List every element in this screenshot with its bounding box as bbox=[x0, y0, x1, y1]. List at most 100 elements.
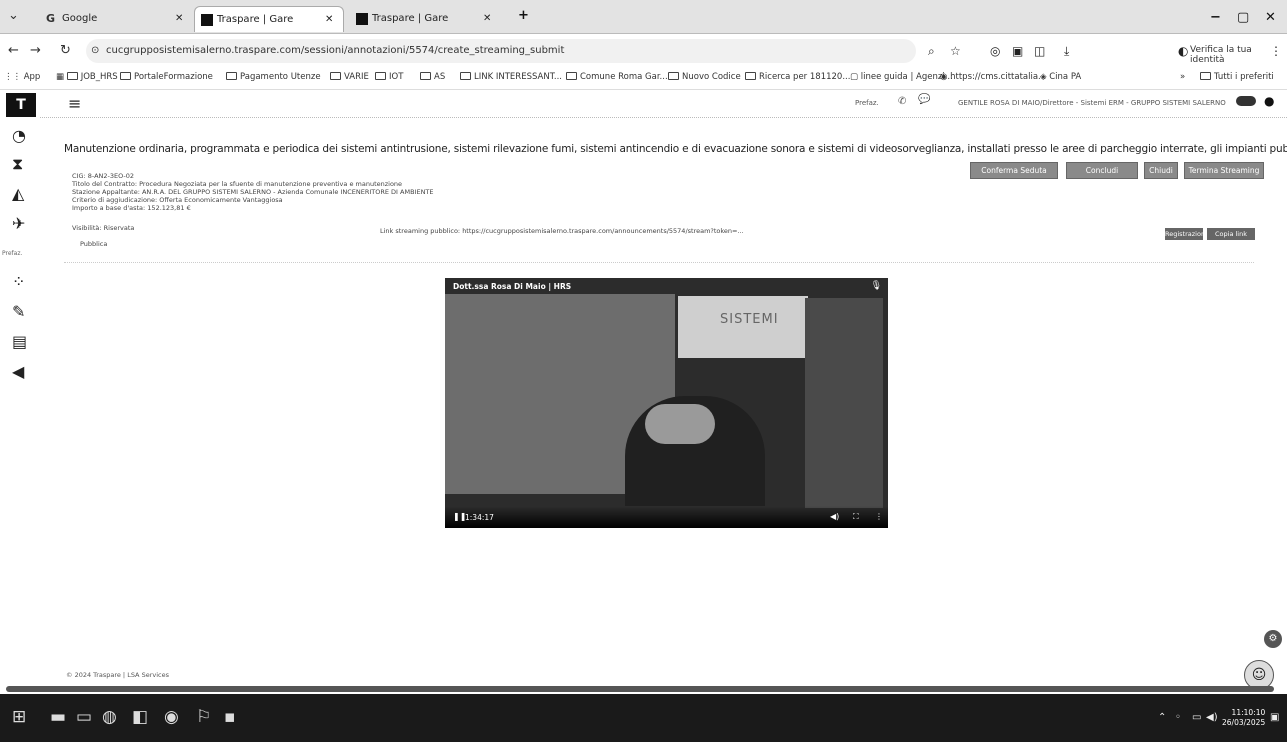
participant-name: Dott.ssa Rosa Di Maio | HRS bbox=[453, 282, 572, 291]
chiudi-button[interactable]: Chiudi bbox=[1144, 162, 1178, 179]
app-icon-2[interactable]: ◧ bbox=[132, 707, 148, 727]
address-bar[interactable]: ⊙ cucgrupposistemisalerno.traspare.com/s… bbox=[86, 39, 916, 63]
bookmark-star-icon[interactable]: ☆ bbox=[950, 44, 961, 58]
bookmark-as[interactable]: AS bbox=[420, 72, 445, 82]
fullscreen-icon[interactable]: ⛶ bbox=[853, 512, 859, 522]
video-participant-face bbox=[645, 404, 715, 444]
maximize-icon[interactable]: ▢ bbox=[1237, 10, 1249, 25]
meta-criterio: Criterio di aggiudicazione: Offerta Econ… bbox=[72, 196, 283, 204]
network-icon[interactable]: ◦ bbox=[1175, 712, 1181, 723]
video-banner bbox=[678, 296, 808, 358]
concludi-button[interactable]: Concludi bbox=[1066, 162, 1138, 179]
close-window-icon[interactable]: ✕ bbox=[1265, 10, 1276, 25]
tab-google[interactable]: G Google ✕ bbox=[40, 6, 190, 32]
apps-icon[interactable]: ⋮⋮ App bbox=[4, 72, 40, 82]
tray-overflow-icon[interactable]: ⌃ bbox=[1158, 712, 1166, 723]
dashboard-icon[interactable]: ◔ bbox=[12, 126, 26, 145]
bookmark-link-interessanti[interactable]: LINK INTERESSANT... bbox=[460, 72, 562, 82]
user-avatar-icon[interactable]: ● bbox=[1264, 94, 1274, 108]
bookmark-pagamento-utenze[interactable]: Pagamento Utenze bbox=[226, 72, 321, 82]
registrazione-button[interactable]: Registrazione bbox=[1165, 228, 1209, 240]
traspare-logo[interactable]: T bbox=[6, 93, 36, 117]
microphone-icon[interactable]: 🎙 bbox=[871, 281, 882, 291]
megaphone-icon[interactable]: ◀ bbox=[12, 362, 24, 381]
tab-list-dropdown-icon[interactable]: ⌄ bbox=[8, 8, 19, 23]
hamburger-icon[interactable]: ≡ bbox=[68, 94, 81, 113]
volume-tray-icon[interactable]: ◀) bbox=[1206, 712, 1218, 723]
windows-start-icon[interactable]: ⊞ bbox=[12, 707, 26, 727]
profile-icon[interactable]: ◐ bbox=[1178, 44, 1188, 58]
new-tab-icon[interactable]: + bbox=[518, 8, 529, 23]
reload-icon[interactable]: ↻ bbox=[60, 43, 71, 58]
chrome-icon[interactable]: ◉ bbox=[164, 707, 179, 727]
tab-google-label: Google bbox=[62, 13, 98, 24]
bookmark-all-bookmarks[interactable]: Tutti i preferiti bbox=[1200, 72, 1274, 82]
tab-traspare-2[interactable]: Traspare | Gare ✕ bbox=[350, 6, 500, 32]
settings-fab-icon[interactable]: ⚙ bbox=[1264, 630, 1282, 648]
browser-toolbar: ← → ↻ ⊙ cucgrupposistemisalerno.traspare… bbox=[0, 35, 1287, 67]
divider bbox=[64, 262, 1254, 263]
toggle-icon[interactable] bbox=[1236, 96, 1256, 106]
edit-icon[interactable]: ✎ bbox=[12, 302, 25, 321]
task-view-icon[interactable]: ▬ bbox=[50, 707, 66, 727]
site-info-icon[interactable]: ⊙ bbox=[91, 39, 99, 63]
zoom-icon[interactable]: ⌕ bbox=[928, 44, 935, 59]
notification-icon[interactable]: ▣ bbox=[1270, 712, 1279, 723]
download-icon[interactable]: ⤓ bbox=[1064, 44, 1069, 59]
chart-icon[interactable]: ◭ bbox=[12, 184, 24, 203]
app-icon-4[interactable]: ▪ bbox=[224, 707, 236, 727]
close-tab-icon[interactable]: ✕ bbox=[325, 7, 333, 33]
copia-link-button[interactable]: Copia link bbox=[1207, 228, 1255, 240]
extension-2-icon[interactable]: ▣ bbox=[1012, 44, 1023, 58]
minimize-icon[interactable]: − bbox=[1210, 10, 1221, 25]
more-menu-icon[interactable]: ⋮ bbox=[1270, 44, 1282, 58]
bookmark-cina-pa[interactable]: ◈ Cina PA bbox=[1040, 72, 1081, 82]
file-explorer-icon[interactable]: ▭ bbox=[76, 707, 92, 727]
horizontal-scrollbar[interactable] bbox=[6, 686, 1274, 692]
clock-date: 26/03/2025 bbox=[1222, 718, 1266, 727]
google-icon: G bbox=[46, 12, 56, 25]
hourglass-icon[interactable]: ⧗ bbox=[12, 154, 23, 174]
phone-icon[interactable]: ✆ bbox=[898, 96, 906, 107]
bookmark-nuovo-codice[interactable]: Nuovo Codice bbox=[668, 72, 741, 82]
close-tab-icon[interactable]: ✕ bbox=[483, 6, 491, 32]
conferma-seduta-button[interactable]: Conferma Seduta bbox=[970, 162, 1058, 179]
bookmark-linee-guida[interactable]: ▢ linee guida | Agenzi... bbox=[850, 72, 953, 82]
clock-time: 11:10:10 bbox=[1231, 708, 1266, 717]
bookmark-varie[interactable]: VARIE bbox=[330, 72, 369, 82]
loader-icon[interactable]: ⁘ bbox=[12, 272, 25, 291]
bookmark-job-hrs[interactable]: ▦ JOB_HRS bbox=[56, 72, 118, 82]
tab-traspare-2-label: Traspare | Gare bbox=[372, 13, 449, 24]
send-icon[interactable]: ✈ bbox=[12, 214, 25, 233]
close-tab-icon[interactable]: ✕ bbox=[175, 6, 183, 32]
app-icon-3[interactable]: ⚐ bbox=[196, 707, 211, 727]
back-icon[interactable]: ← bbox=[8, 43, 19, 58]
tab-traspare-1[interactable]: Traspare | Gare ✕ bbox=[194, 6, 344, 32]
document-icon[interactable]: ▤ bbox=[12, 332, 27, 351]
video-more-icon[interactable]: ⋮ bbox=[875, 512, 883, 521]
chat-icon[interactable]: 💬 bbox=[918, 94, 930, 105]
tab-traspare-1-label: Traspare | Gare bbox=[217, 14, 294, 25]
bookmark-cms[interactable]: ◉ https://cms.cittatalia... bbox=[940, 72, 1046, 82]
bookmark-ricerca[interactable]: Ricerca per 181120... bbox=[745, 72, 850, 82]
forward-icon[interactable]: → bbox=[30, 43, 41, 58]
termina-streaming-button[interactable]: Termina Streaming bbox=[1184, 162, 1264, 179]
bookmark-portale-formazione[interactable]: PortaleFormazione bbox=[120, 72, 213, 82]
bookmarks-overflow-icon[interactable]: » bbox=[1180, 72, 1185, 82]
streaming-link-text[interactable]: Link streaming pubblico: https://cucgrup… bbox=[380, 227, 744, 235]
meta-stazione: Stazione Appaltante: AN.R.A. DEL GRUPPO … bbox=[72, 188, 434, 196]
taskbar-clock[interactable]: 11:10:10 26/03/2025 bbox=[1222, 708, 1265, 728]
display-icon[interactable]: ▭ bbox=[1192, 712, 1201, 723]
extension-icon[interactable]: ◎ bbox=[990, 44, 1000, 58]
meta-importo: Importo a base d'asta: 152.123,81 € bbox=[72, 204, 191, 212]
header-left-text: Prefaz. bbox=[855, 99, 879, 107]
bookmark-iot[interactable]: IOT bbox=[375, 72, 403, 82]
side-panel-icon[interactable]: ◫ bbox=[1034, 44, 1045, 58]
app-icon-1[interactable]: ◍ bbox=[102, 707, 117, 727]
app-sidebar: T ◔ ⧗ ◭ ✈ Prefaz. ⁘ ✎ ▤ ◀ bbox=[0, 90, 40, 684]
bookmark-comune-roma[interactable]: Comune Roma Gar... bbox=[566, 72, 668, 82]
video-banner-text: SISTEMI bbox=[720, 312, 779, 327]
video-controls: ❚❚ 1:34:17 ◀) ⛶ ⋮ bbox=[445, 506, 888, 528]
streaming-video-player[interactable]: SISTEMI Dott.ssa Rosa Di Maio | HRS 🎙 ❚❚… bbox=[445, 278, 888, 528]
volume-icon[interactable]: ◀) bbox=[830, 512, 839, 521]
